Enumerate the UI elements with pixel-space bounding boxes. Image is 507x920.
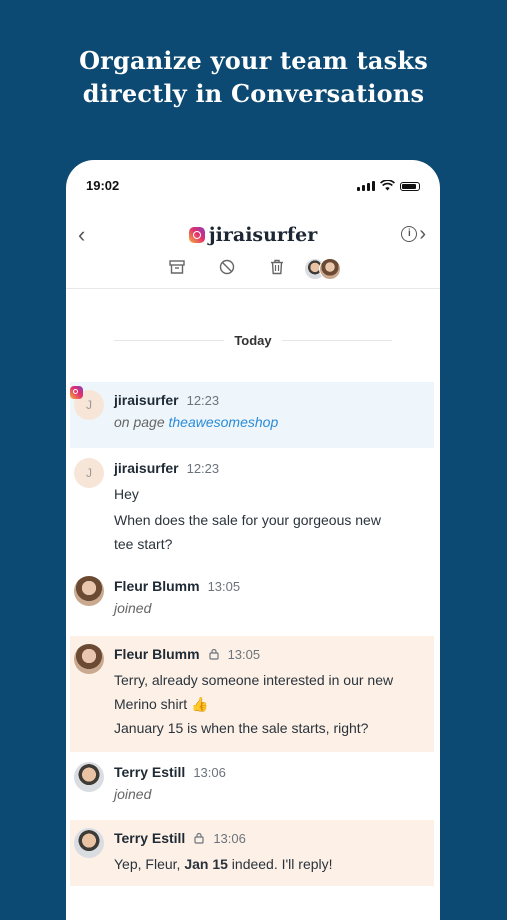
avatar [74,828,104,858]
info-icon: i [401,226,418,242]
phone-screen: 19:02 ‹ jiraisurfer i › Today J jiraisur… [66,160,440,920]
message-text: Hey When does the sale for your gorgeous… [114,486,381,552]
battery-icon [400,182,420,191]
message-time: 13:05 [207,578,241,594]
internal-note: Terry Estill 13:06 Yep, Fleur, Jan 15 in… [70,820,434,886]
message-author: Fleur Blumm [114,578,200,594]
conversation-header: ‹ jiraisurfer i › [66,218,440,289]
cellular-signal-icon [357,181,375,191]
delete-button[interactable] [252,258,302,281]
message-author: jiraisurfer [114,392,179,408]
system-event: joined [114,600,152,616]
page-link[interactable]: theawesomeshop [169,414,279,430]
message-text: Terry, already someone interested in our… [114,672,394,736]
avatar: J [74,458,104,488]
message-author: Terry Estill [114,764,186,780]
conversation-title-text: jiraisurfer [208,224,318,246]
message-time: 13:06 [193,764,226,780]
message-item: J jiraisurfer 12:23 on page theawesomesh… [70,382,434,448]
block-button[interactable] [202,258,252,281]
internal-note: Fleur Blumm 13:05 Terry, already someone… [70,636,434,752]
message-author: jiraisurfer [114,460,179,476]
block-icon [219,259,235,275]
message-item: J jiraisurfer 12:23 Hey When does the sa… [70,450,434,566]
instagram-icon [70,386,83,399]
date-divider: Today [66,332,440,350]
status-time: 19:02 [86,178,120,193]
lock-icon [194,832,204,844]
conversation-toolbar [66,258,440,281]
instagram-icon [188,227,205,243]
avatar [74,762,104,792]
headline: Organize your team tasks directly in Con… [0,44,507,110]
message-text: Yep, Fleur, Jan 15 indeed. I'll reply! [114,856,333,872]
message-time: 13:05 [227,646,261,662]
wifi-icon [380,180,395,191]
message-context: on page theawesomeshop [114,414,279,430]
system-event: joined [114,786,152,802]
avatar [74,644,104,674]
avatar [319,258,341,280]
archive-button[interactable] [152,258,202,281]
message-author: Terry Estill [114,830,186,846]
participant-avatars[interactable] [304,258,354,281]
message-time: 12:23 [186,460,220,476]
chevron-right-icon: › [419,223,426,245]
info-button[interactable]: i › [401,224,426,244]
avatar [74,576,104,606]
message-item: Fleur Blumm 13:05 joined [70,568,434,626]
trash-icon [271,259,283,275]
date-divider-label: Today [234,333,272,348]
archive-icon [169,260,185,274]
message-time: 12:23 [186,392,220,408]
status-bar: 19:02 [66,160,440,210]
conversation-title: jiraisurfer [188,224,318,246]
message-time: 13:06 [213,830,246,846]
lock-icon [208,648,219,660]
message-item: Terry Estill 13:06 joined [70,754,434,812]
headline-line-1: Organize your team tasks [79,46,428,75]
status-icons [357,180,420,191]
headline-line-2: directly in Conversations [82,79,425,108]
message-author: Fleur Blumm [114,646,200,662]
